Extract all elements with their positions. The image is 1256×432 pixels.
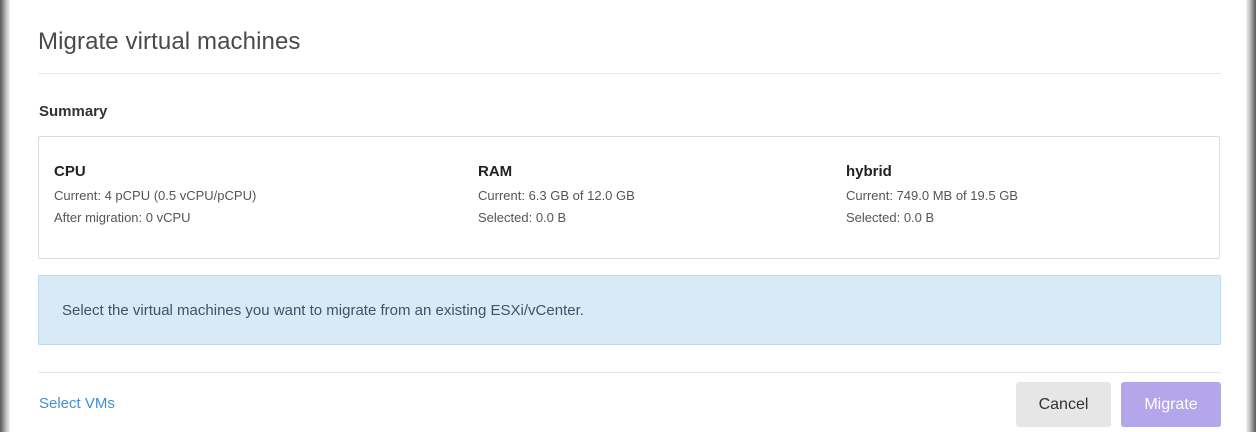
page-edge-right: [1246, 0, 1256, 432]
dialog-title: Migrate virtual machines: [38, 28, 301, 55]
page-edge-left: [0, 0, 10, 432]
datastore-current: Current: 749.0 MB of 19.5 GB: [846, 188, 1018, 203]
info-banner: Select the virtual machines you want to …: [38, 275, 1221, 345]
summary-heading: Summary: [39, 103, 108, 120]
info-banner-text: Select the virtual machines you want to …: [62, 302, 584, 319]
migrate-dialog: Migrate virtual machines Summary CPU Cur…: [10, 0, 1246, 432]
cpu-current: Current: 4 pCPU (0.5 vCPU/pCPU): [54, 188, 257, 203]
title-divider: [38, 73, 1221, 74]
summary-box: CPU Current: 4 pCPU (0.5 vCPU/pCPU) Afte…: [38, 136, 1220, 259]
ram-current: Current: 6.3 GB of 12.0 GB: [478, 188, 635, 203]
footer-divider: [38, 372, 1221, 373]
datastore-stat: hybrid Current: 749.0 MB of 19.5 GB Sele…: [846, 163, 1018, 226]
cancel-button[interactable]: Cancel: [1016, 382, 1111, 427]
cpu-stat: CPU Current: 4 pCPU (0.5 vCPU/pCPU) Afte…: [54, 163, 256, 226]
ram-stat: RAM Current: 6.3 GB of 12.0 GB Selected:…: [478, 163, 635, 226]
datastore-stat-name: hybrid: [846, 163, 892, 180]
cpu-after-migration: After migration: 0 vCPU: [54, 210, 191, 225]
datastore-selected: Selected: 0.0 B: [846, 210, 935, 225]
select-vms-link[interactable]: Select VMs: [39, 395, 115, 412]
migrate-button[interactable]: Migrate: [1121, 382, 1221, 427]
ram-selected: Selected: 0.0 B: [478, 210, 567, 225]
cpu-stat-name: CPU: [54, 163, 86, 180]
ram-stat-name: RAM: [478, 163, 513, 180]
